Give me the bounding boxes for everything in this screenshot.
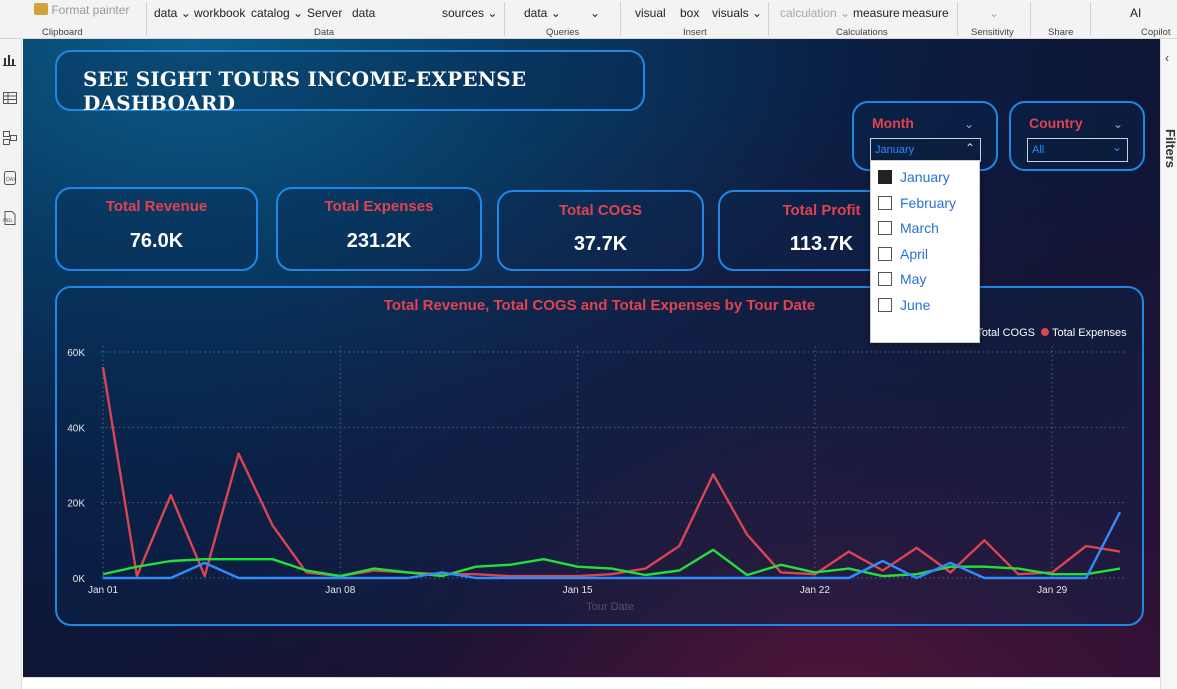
report-canvas: SEE SIGHT TOURS INCOME-EXPENSE DASHBOARD… (23, 39, 1160, 677)
text-box-button[interactable]: box (680, 6, 699, 20)
more-visuals-button[interactable]: visuals ⌄ (712, 6, 762, 20)
enter-data-button[interactable]: data (352, 6, 375, 20)
group-copilot: Copilot (1141, 27, 1171, 38)
line-chart: 0K 20K 40K 60K Jan 01 Jan 08 Jan 15 Jan 22 Jan 2… (67, 327, 1127, 613)
month-option-april[interactable]: April (878, 245, 978, 263)
checkbox[interactable] (878, 298, 892, 312)
group-insert: Insert (683, 27, 707, 38)
sensitivity-button[interactable]: ⌄ (989, 6, 999, 20)
month-option-january[interactable]: January (878, 168, 978, 186)
group-data: Data (314, 27, 335, 38)
checkbox[interactable] (878, 221, 892, 236)
month-option-label: January (900, 169, 950, 185)
legend-label-cogs: Total COGS (976, 327, 1035, 339)
format-painter-button[interactable]: Format painter (34, 3, 129, 17)
x-tick-label: Jan 08 (325, 585, 355, 596)
x-axis-title: Tour Date (586, 601, 634, 613)
x-tick-label: Jan 01 (88, 585, 118, 596)
excel-workbook-button[interactable]: workbook (194, 6, 245, 20)
checkbox[interactable] (878, 272, 892, 287)
y-tick-label: 60K (67, 348, 85, 359)
prep-data-for-ai-button[interactable]: AI (1130, 6, 1141, 20)
group-queries: Queries (546, 27, 580, 38)
month-option-june[interactable]: June (878, 296, 978, 314)
transform-data-button[interactable]: data ⌄ (524, 6, 561, 20)
legend-label-expenses: Total Expenses (1052, 327, 1127, 339)
x-tick-label: Jan 22 (800, 585, 830, 596)
sql-server-button[interactable]: Server (307, 6, 342, 20)
collapse-chevron-icon[interactable]: ‹ (1165, 51, 1169, 65)
paintbrush-icon (34, 3, 48, 15)
y-tick-label: 20K (67, 499, 85, 510)
legend-dot-expenses (1041, 328, 1049, 336)
group-calculations: Calculations (836, 27, 888, 38)
recent-sources-button[interactable]: sources ⌄ (442, 6, 497, 20)
dax-query-view-icon[interactable]: DAX (2, 170, 18, 186)
model-view-icon[interactable] (2, 130, 18, 146)
checkbox[interactable] (878, 195, 892, 210)
ribbon: Format painter Clipboard data ⌄ workbook… (0, 0, 1177, 39)
svg-text:MDL: MDL (3, 218, 13, 224)
x-tick-label: Jan 15 (563, 585, 593, 596)
month-option-february[interactable]: February (878, 194, 978, 212)
y-tick-label: 40K (67, 423, 85, 434)
report-view-icon[interactable] (2, 51, 18, 67)
checkbox[interactable] (878, 170, 892, 184)
x-tick-label: Jan 29 (1037, 585, 1067, 596)
svg-text:DAX: DAX (6, 177, 17, 183)
month-option-label: May (900, 271, 927, 288)
refresh-button[interactable]: ⌄ (590, 6, 600, 20)
month-option-may[interactable]: May (878, 270, 978, 288)
new-visual-button[interactable]: visual (635, 6, 666, 20)
get-data-button[interactable]: data ⌄ (154, 6, 191, 20)
onelake-catalog-button[interactable]: catalog ⌄ (251, 6, 303, 20)
series-line-total-cogs[interactable] (102, 548, 1121, 578)
filters-label: Filters (1163, 129, 1177, 169)
filters-pane[interactable]: ‹ Filters (1160, 39, 1177, 689)
quick-measure-button[interactable]: measure (902, 6, 949, 20)
tmdl-view-icon[interactable]: MDL (2, 210, 18, 226)
series-line-total-expenses[interactable] (101, 366, 1121, 578)
checkbox[interactable] (878, 246, 892, 261)
new-visual-calculation-button[interactable]: calculation ⌄ (780, 6, 850, 20)
group-share: Share (1048, 27, 1074, 38)
month-option-label: June (900, 297, 931, 313)
group-clipboard: Clipboard (42, 27, 83, 38)
month-option-label: March (900, 220, 939, 237)
view-rail: DAX MDL (0, 39, 22, 689)
month-option-label: April (900, 245, 929, 262)
month-dropdown-list: January February March April May June (870, 160, 980, 343)
table-view-icon[interactable] (2, 90, 18, 106)
group-sensitivity: Sensitivity (971, 27, 1014, 38)
new-measure-button[interactable]: measure (853, 6, 900, 20)
page-tabs-bar (23, 677, 1160, 689)
month-option-march[interactable]: March (878, 219, 978, 237)
month-option-label: February (900, 194, 957, 211)
y-tick-label: 0K (73, 574, 86, 585)
